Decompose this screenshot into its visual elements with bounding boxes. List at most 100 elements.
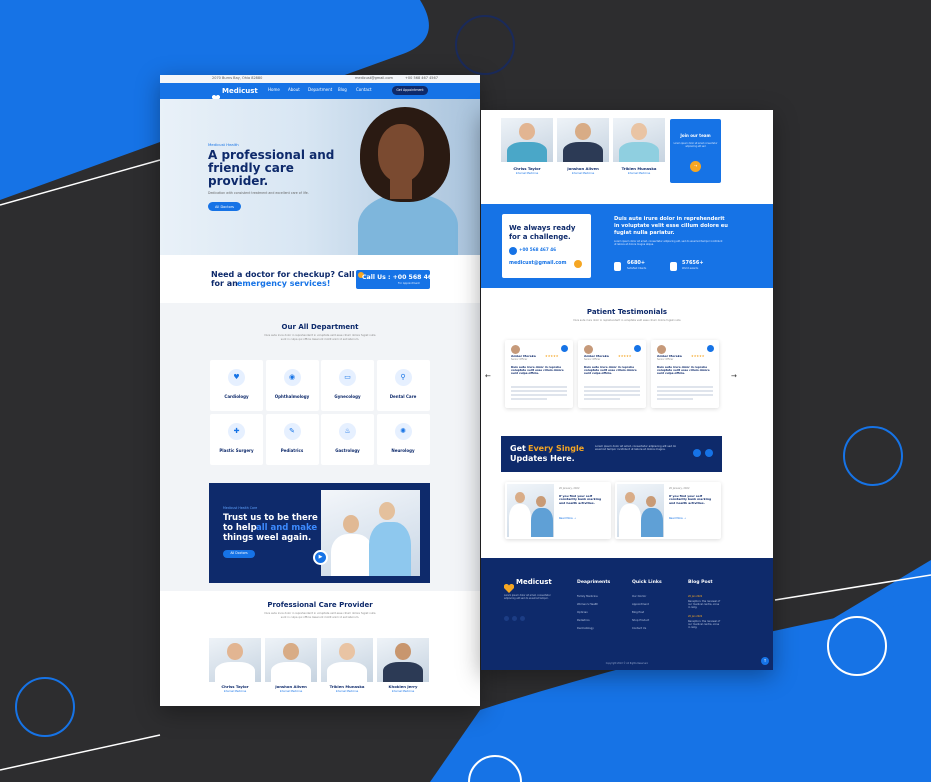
department-name: Cardiology (224, 394, 249, 399)
scroll-top-button[interactable]: ↑ (761, 657, 769, 665)
trust-button-label: All Doctors (230, 551, 248, 555)
get-appointment-label: Get Appointment (396, 87, 424, 92)
blog-section: 20 January, 2022 If you find your self co… (481, 480, 773, 558)
nav-item-department[interactable]: Department (308, 87, 332, 93)
ready-email[interactable]: medicust@gmail.com (509, 261, 566, 267)
updates-prev-button[interactable] (693, 449, 701, 457)
ready-phone-icon (509, 247, 517, 255)
updates-title-highlight: Every Single (528, 444, 585, 453)
avatar (584, 345, 593, 354)
call-phone-text: Call Us : +00 568 468 (362, 274, 437, 281)
team-doctor-card[interactable]: Trikien Munaska Internal Medicine (613, 118, 665, 188)
footer-link[interactable]: Optician (577, 611, 588, 615)
topbar-email[interactable]: medicust@gmail.com (355, 76, 393, 80)
department-card-2[interactable]: ◉ Ophthalmology (265, 360, 319, 411)
team-doctor-card[interactable]: Chriss Taylor Internal Medicine (501, 118, 553, 188)
hero-all-doctors-button[interactable]: All Doctors (208, 202, 241, 211)
doctor-role: Internal Medicine (391, 690, 415, 693)
footer-col-departments-title: Deapriments (577, 580, 611, 585)
trust-banner: Medicust Health Care Trust us to be ther… (209, 483, 430, 583)
ready-contact-card: We always ready for a challenge. +00 568… (502, 214, 591, 278)
footer-links: Family Medicine Women's Health Optician Ped… (481, 594, 773, 644)
provider-doctor-card[interactable]: Jonshon Aliven Internal Medicine (265, 638, 317, 706)
updates-text: Lorem ipsum dolor sit amet, consectetur … (595, 445, 677, 451)
department-subtitle-line-2: sunt in culpa qui officia deserunt molli… (280, 338, 360, 341)
blog-cards: 20 January, 2022 If you find your self co… (505, 482, 721, 540)
arrow-right-icon: → (693, 162, 698, 168)
department-card-4[interactable]: ⚲ Dental Care (376, 360, 430, 411)
stat-awards-label: World awards (682, 267, 699, 270)
nav-item-contact[interactable]: Contact (356, 87, 372, 93)
footer-blog-text[interactable]: Reception: the renewal of our medical ce… (688, 620, 722, 630)
testimonial-role: Senior Officer (657, 358, 674, 361)
department-name: Ophthalmology (274, 394, 310, 399)
blog-card[interactable]: 20 January, 2022 If you find your self co… (505, 482, 611, 539)
logo-text[interactable]: Medicust (222, 87, 258, 95)
call-phone-sub: For Appointment (398, 282, 420, 285)
blog-title: If you find your self constantly bank ma… (559, 494, 602, 505)
department-card-6[interactable]: ✎ Pediatrics (265, 414, 319, 465)
blog-read-more-link[interactable]: Read More → (669, 517, 686, 521)
trust-line-3: things weel again. (223, 533, 312, 543)
department-card-1[interactable]: ♥ Cardiology (210, 360, 263, 411)
team-doctor-card[interactable]: Jonshon Aliven Internal Medicine (557, 118, 609, 188)
testimonials-next-arrow[interactable]: → (731, 372, 737, 380)
trust-all-doctors-button[interactable]: All Doctors (223, 550, 255, 558)
footer-link[interactable]: Contact Us (632, 627, 646, 631)
trust-doctors-photo (321, 490, 420, 576)
footer-blog-text[interactable]: Reception: the renewal of our medical ce… (688, 600, 722, 610)
brain-icon: ✺ (394, 423, 412, 440)
call-title-prefix: for an (211, 279, 238, 288)
trust-eyebrow: Medicust Health Care (223, 506, 258, 510)
footer-link[interactable]: Our Doctor (632, 595, 646, 599)
department-name: Pediatrics (280, 448, 304, 453)
department-name: Plastic Surgery (219, 448, 254, 453)
department-card-3[interactable]: ▭ Gynecology (321, 360, 374, 411)
footer-link[interactable]: Family Medicine (577, 595, 598, 599)
department-section: Our All Department Duis aute irure dolor… (160, 303, 480, 481)
footer-copyright: Copyright 2022 © All Rights Reserved. (605, 662, 649, 665)
footer-link[interactable]: Appointment (632, 603, 649, 607)
topbar-phone[interactable]: +00 568 467 4567 (405, 76, 438, 80)
provider-doctor-card[interactable]: Trikien Munaska Internal Medicine (321, 638, 373, 706)
join-text: Lorem ipsum dolor sit amet consectetur a… (673, 142, 718, 148)
department-name: Dental Care (389, 394, 417, 399)
footer-logo-text[interactable]: Medicust (516, 578, 552, 586)
ready-phone[interactable]: +00 568 467 46 (519, 247, 556, 253)
call-us-button[interactable]: Call Us : +00 568 468 For Appointment (356, 270, 437, 289)
play-video-button[interactable]: ▶ (313, 550, 328, 565)
hero-title-line-3: provider. (208, 174, 269, 188)
department-card-5[interactable]: ✚ Plastic Surgery (210, 414, 263, 465)
footer-link[interactable]: Shop Product (632, 619, 649, 623)
nav-item-home[interactable]: Home (268, 87, 280, 93)
department-card-8[interactable]: ✺ Neurology (376, 414, 430, 465)
doctor-role: Internal Medicine (279, 690, 303, 693)
provider-doctor-card[interactable]: Chriss Taylor Internal Medicine (209, 638, 261, 706)
call-title-highlight: emergency services! (237, 279, 331, 288)
blog-photo (507, 484, 554, 537)
join-team-card[interactable]: Join our team Lorem ipsum dolor sit amet… (670, 119, 721, 183)
doctor-photo (377, 638, 429, 682)
blog-card[interactable]: 20 January, 2022 If you find your self co… (615, 482, 721, 539)
quote-icon (634, 345, 641, 352)
footer-blog-date: 20 Jan 2022 (688, 615, 703, 618)
testimonial-card: Amber Moraka ★★★★★ Senior Officer Duis aute… (505, 340, 573, 408)
testimonials-prev-arrow[interactable]: ← (485, 372, 491, 380)
join-arrow-button[interactable]: → (690, 161, 701, 172)
provider-doctor-card[interactable]: Khokien Jerry Internal Medicine (377, 638, 429, 706)
blog-read-more-link[interactable]: Read More → (559, 517, 576, 521)
updates-next-button[interactable] (705, 449, 713, 457)
footer-link[interactable]: Dermatology (577, 627, 594, 631)
clients-icon (614, 262, 621, 271)
get-appointment-button[interactable]: Get Appointment (392, 86, 428, 95)
stat-awards-value: 57656+ (682, 260, 704, 266)
footer-link[interactable]: Pediatrics (577, 619, 590, 623)
nav-item-blog[interactable]: Blog (338, 87, 347, 93)
trophy-icon (670, 262, 677, 271)
department-card-7[interactable]: ♨ Gastrology (321, 414, 374, 465)
provider-doctor-grid: Chriss Taylor Internal Medicine Jonshon Al… (209, 638, 431, 706)
footer-link[interactable]: Women's Health (577, 603, 598, 607)
footer-link[interactable]: Blog Post (632, 611, 644, 615)
nav-item-about[interactable]: About (288, 87, 300, 93)
quote-icon (707, 345, 714, 352)
